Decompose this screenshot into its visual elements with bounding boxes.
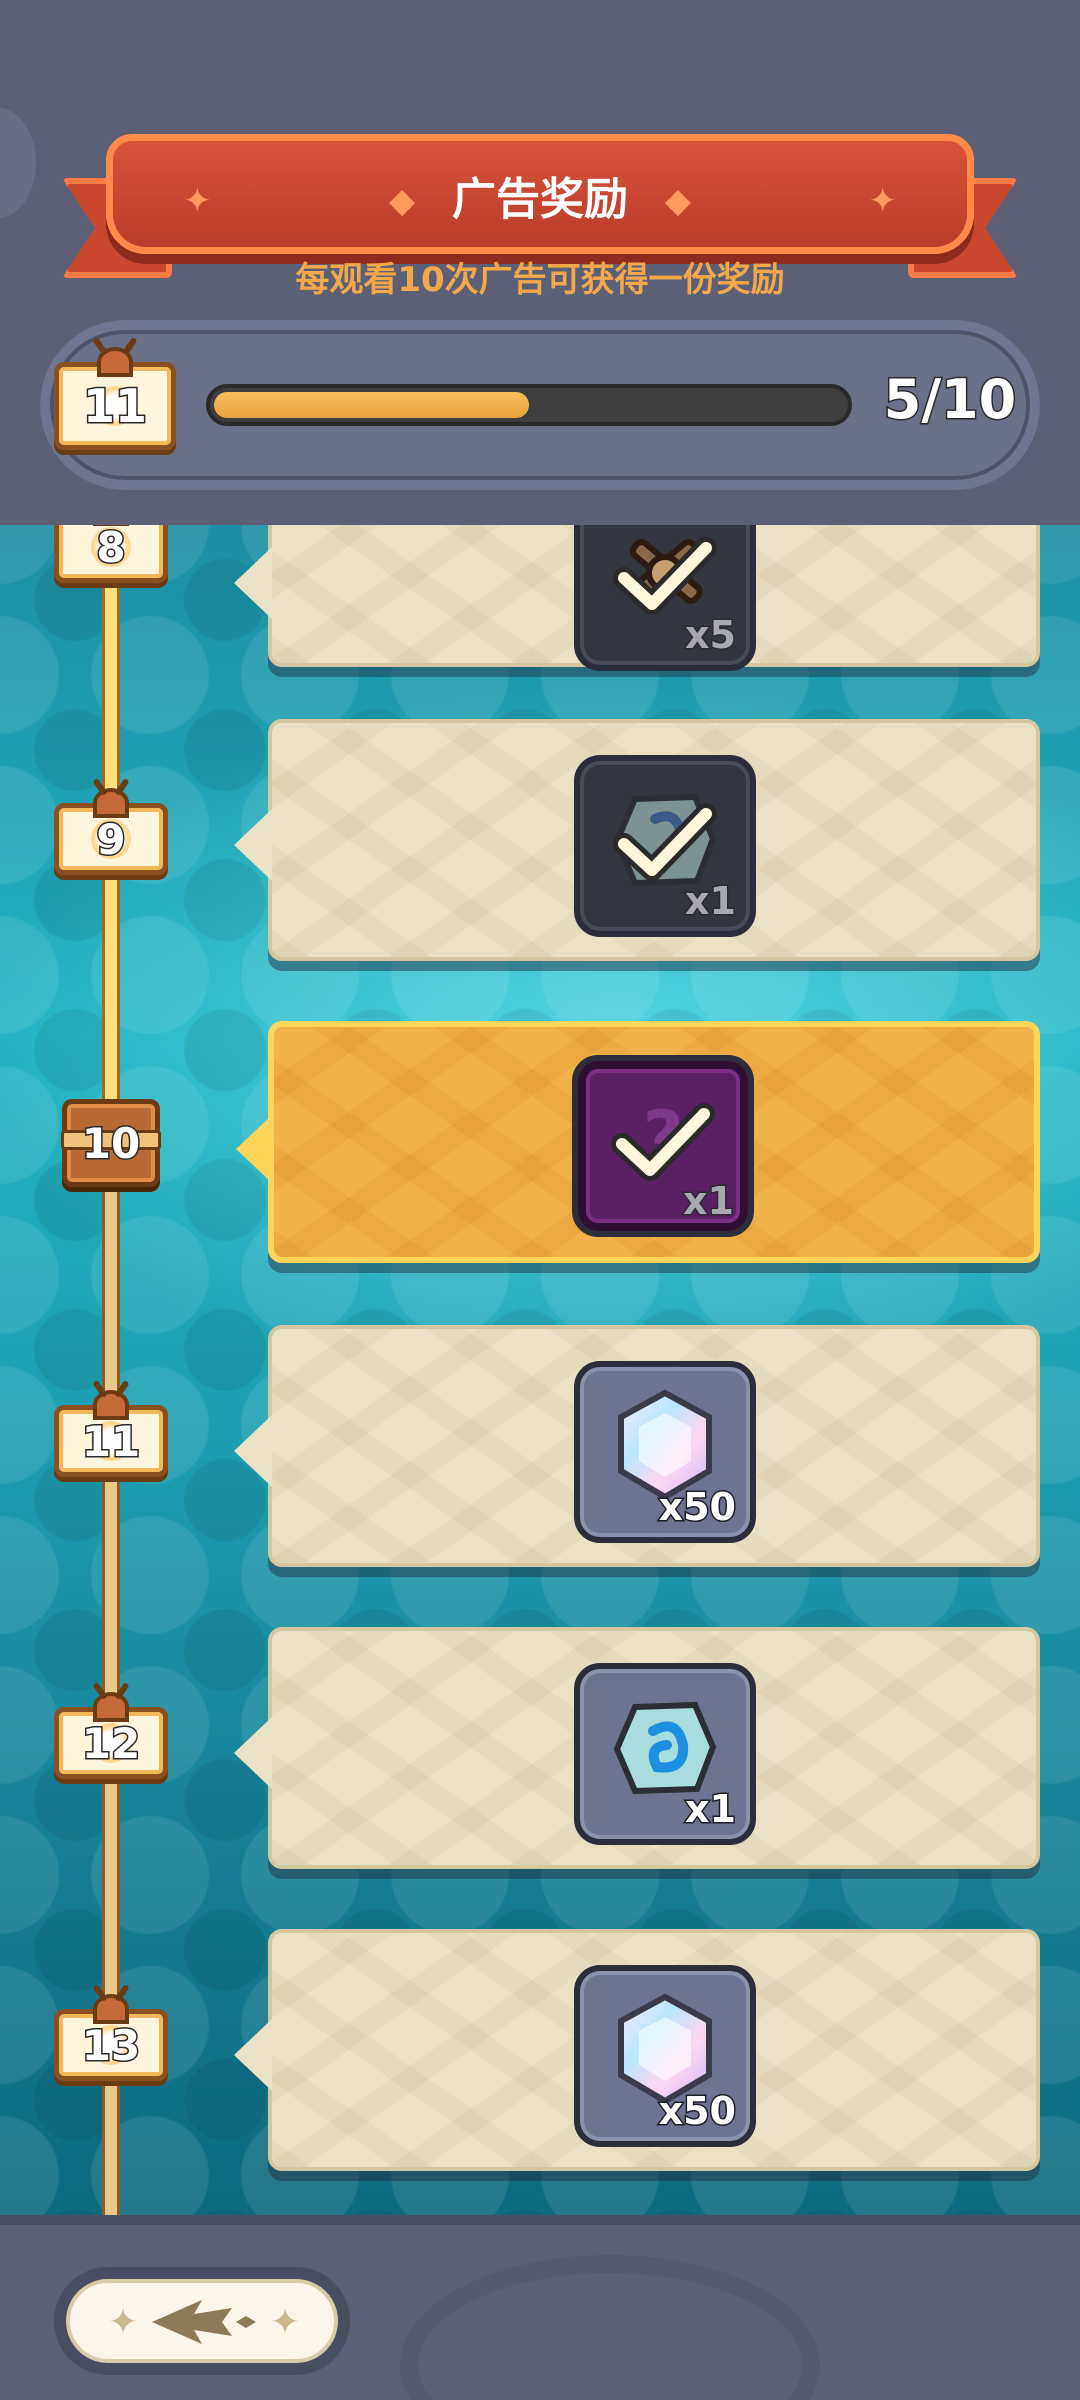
back-arrow-icon: ✦ ✦ [108, 2300, 300, 2344]
reward-count: x1 [684, 1786, 738, 1833]
page-title: 广告奖励 [452, 174, 628, 225]
reward-slot: ? x1 [572, 1055, 754, 1237]
reward-description: 每观看10次广告可获得一份奖励 [295, 260, 785, 300]
reward-slot: x1 [574, 1663, 756, 1845]
level-number: 8 [95, 525, 127, 573]
level-number: 13 [80, 2019, 141, 2071]
level-number: 12 [80, 1717, 141, 1769]
current-level-number: 11 [81, 378, 148, 435]
side-tab[interactable] [0, 108, 36, 218]
reward-card-13[interactable]: x50 [234, 1929, 1040, 2171]
svg-text:✦: ✦ [108, 2302, 138, 2343]
reward-card-8[interactable]: x5 [234, 525, 1040, 671]
claimed-check-icon [613, 536, 717, 615]
reward-slot: x50 [574, 1965, 756, 2147]
reward-count: x50 [657, 2088, 737, 2135]
level-node-8: 8 [54, 525, 168, 583]
level-number: 9 [95, 813, 127, 865]
claimed-check-icon [611, 1102, 715, 1181]
reward-list[interactable]: x5 8 x1 9 ? x1 10 x50 11 x1 12 x50 13 [0, 525, 1080, 2215]
ad-progress-bar [206, 384, 852, 426]
reward-slot: x50 [574, 1361, 756, 1543]
reward-card-11[interactable]: x50 [234, 1325, 1040, 1567]
level-node-10-chest: 10 [61, 1099, 161, 1187]
claimed-check-icon [613, 802, 717, 881]
level-node-12: 12 [54, 1681, 168, 1779]
reward-card-9[interactable]: x1 [234, 719, 1040, 961]
header-panel: ✦ ✦ ◆ ◆ 广告奖励 每观看10次广告可获得一份奖励 11 5/10 [0, 0, 1080, 525]
reward-count: x50 [657, 1484, 737, 1531]
reward-card-10[interactable]: ? x1 [236, 1021, 1040, 1263]
reward-card-12[interactable]: x1 [234, 1627, 1040, 1869]
reward-slot: x5 [574, 525, 756, 671]
level-node-13: 13 [54, 1983, 168, 2081]
reward-slot: x1 [574, 755, 756, 937]
svg-text:✦: ✦ [270, 2302, 300, 2343]
emblem-decoration [400, 2255, 820, 2400]
title-banner: ✦ ✦ ◆ ◆ 广告奖励 [106, 134, 974, 254]
level-node-9: 9 [54, 777, 168, 875]
level-node-11: 11 [54, 1379, 168, 1477]
ad-progress-fill [214, 392, 529, 418]
level-number: 10 [80, 1117, 141, 1169]
back-button[interactable]: ✦ ✦ [54, 2267, 350, 2375]
level-number: 11 [80, 1415, 141, 1467]
ad-progress-count: 5/10 [882, 367, 1017, 433]
current-level-badge: 11 [54, 336, 176, 450]
bottom-bar: ✦ ✦ [0, 2215, 1080, 2400]
